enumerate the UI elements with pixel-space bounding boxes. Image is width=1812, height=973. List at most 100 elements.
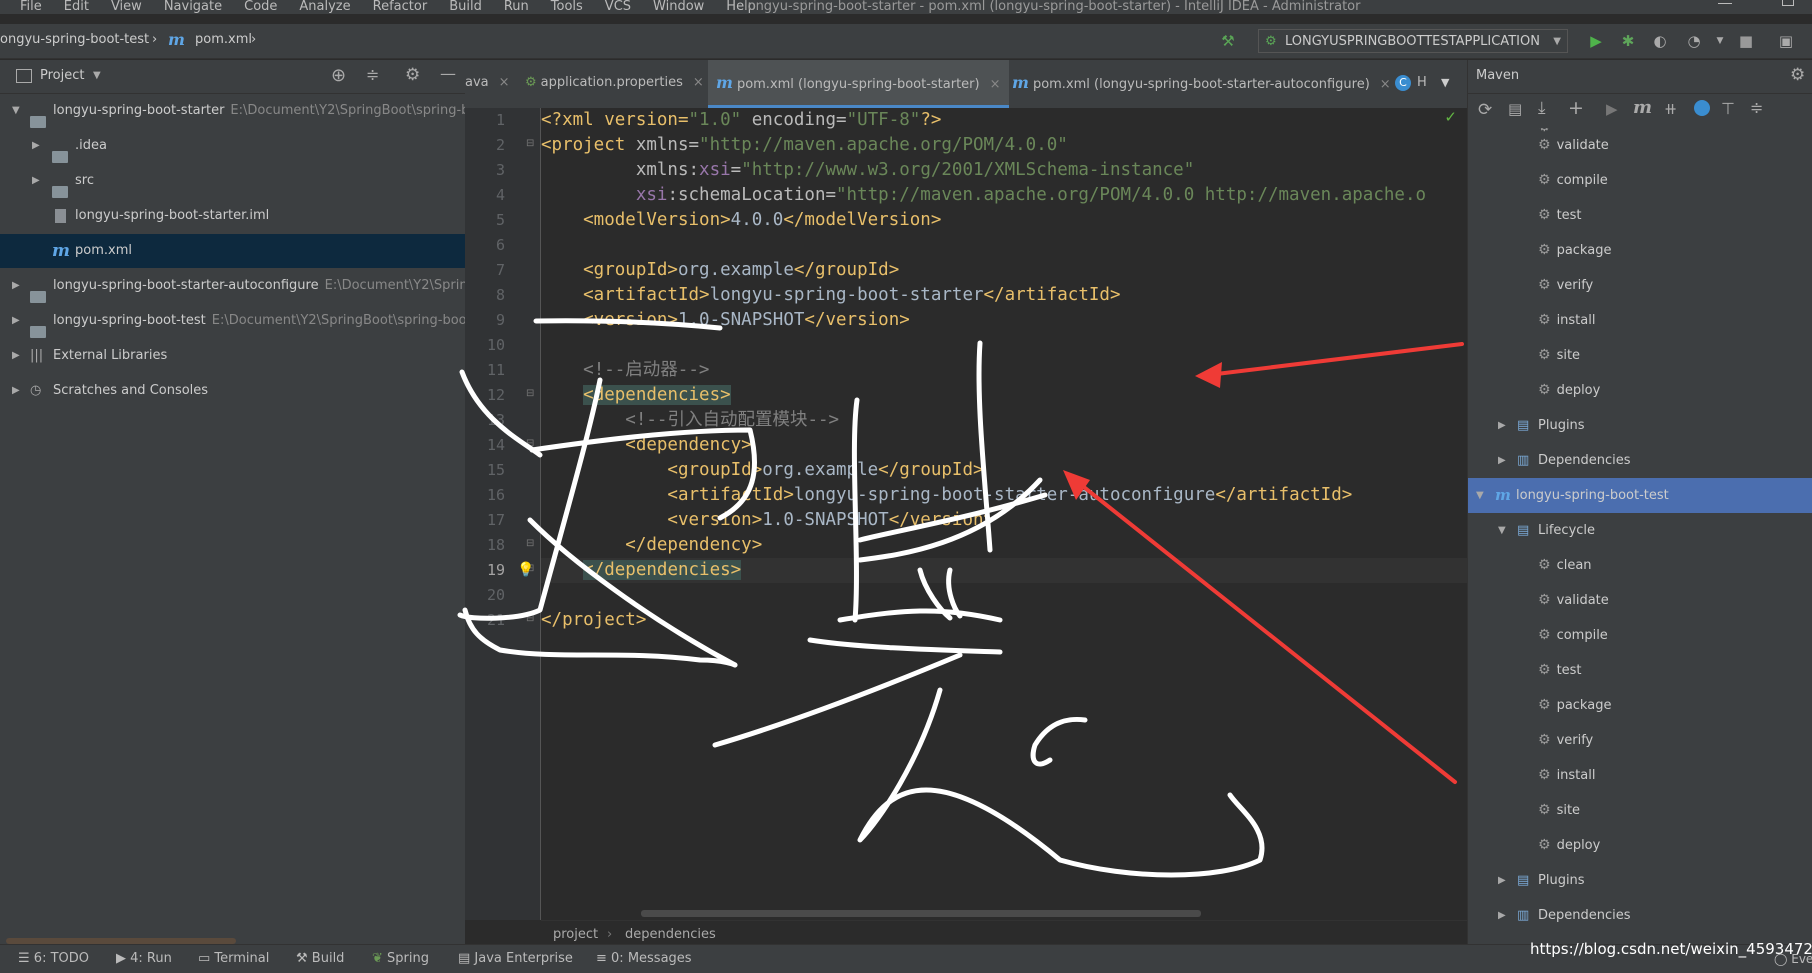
tree-item-src[interactable]: ▶ src [0, 164, 465, 198]
profiler-icon[interactable]: ◔ [1684, 31, 1704, 51]
minimize-icon[interactable] [1718, 0, 1732, 4]
tree-item-autoconfigure-module[interactable]: ▶ longyu-spring-boot-starter-autoconfigu… [0, 269, 465, 303]
add-icon[interactable]: + [1568, 97, 1584, 119]
close-icon[interactable]: × [990, 77, 1001, 92]
menu-window[interactable]: Window [642, 0, 715, 14]
maven-project-node[interactable]: ▼ m longyu-spring-boot-test [1468, 478, 1812, 513]
hide-panel-icon[interactable]: — [440, 64, 456, 83]
toggle-offline-icon[interactable]: ⧺ [1664, 99, 1677, 118]
download-icon[interactable]: ⤓ [1538, 98, 1546, 118]
debug-icon[interactable]: ✱ [1618, 31, 1638, 51]
nav-crumb-file[interactable]: pom.xml [195, 32, 252, 47]
menu-view[interactable]: View [100, 0, 153, 14]
maven-goal[interactable]: ⚙ deploy [1468, 373, 1812, 408]
fold-marker-icon[interactable]: ⊟ [526, 388, 534, 399]
maven-plugins-node[interactable]: ▶ ▤ Plugins [1468, 863, 1812, 898]
collapsed-arrow-icon[interactable]: ▶ [12, 374, 20, 408]
maven-goal[interactable]: ⚙ deploy [1468, 828, 1812, 863]
maven-goal[interactable]: ⚙ package [1468, 688, 1812, 723]
maven-dependencies-node[interactable]: ▶ ▥ Dependencies [1468, 898, 1812, 933]
tree-item-idea[interactable]: ▶ .idea [0, 129, 465, 163]
chevron-down-icon[interactable]: ▼ [93, 70, 101, 81]
horizontal-scrollbar[interactable] [641, 910, 1201, 917]
lightbulb-icon[interactable]: 💡 [517, 562, 534, 578]
menu-navigate[interactable]: Navigate [153, 0, 233, 14]
menu-file[interactable]: File [0, 0, 53, 14]
tab-h-class[interactable]: CH [1395, 60, 1427, 108]
tree-item-scratches[interactable]: ▶ ◷ Scratches and Consoles [0, 374, 465, 408]
gear-icon[interactable]: ⚙ [1790, 65, 1805, 85]
maven-goal[interactable]: ⚙ clean [1468, 548, 1812, 583]
menu-code[interactable]: Code [233, 0, 288, 14]
generate-sources-icon[interactable]: ▤ [1508, 100, 1522, 118]
tool-java-enterprise[interactable]: ▤ Java Enterprise [458, 945, 573, 973]
fold-marker-icon[interactable]: ⊟ [526, 138, 534, 149]
tool-build[interactable]: ⚒ Build [296, 945, 344, 973]
project-panel-title[interactable]: Project [40, 68, 84, 83]
coverage-icon[interactable]: ◐ [1650, 31, 1670, 51]
maven-goal[interactable]: ⚙ site [1468, 338, 1812, 373]
skip-tests-icon[interactable] [1694, 100, 1710, 116]
collapsed-arrow-icon[interactable]: ▶ [1498, 898, 1506, 933]
collapse-all-icon[interactable]: ≑ [366, 65, 379, 84]
maven-goal[interactable]: ⚙ validate [1468, 583, 1812, 618]
profiler-dropdown-icon[interactable]: ▼ [1710, 31, 1730, 51]
tree-item-test-module[interactable]: ▶ longyu-spring-boot-test E:\Document\Y2\… [0, 304, 465, 338]
execute-goal-icon[interactable]: m [1633, 97, 1652, 118]
maven-goal[interactable]: ⚙ install [1468, 303, 1812, 338]
maven-lifecycle-node[interactable]: ▼ ▤ Lifecycle [1468, 513, 1812, 548]
run-config-selector[interactable]: ⚙ LONGYUSPRINGBOOTTESTAPPLICATION ▼ [1258, 29, 1568, 53]
tool-todo[interactable]: ☰ 6: TODO [18, 945, 89, 973]
expanded-arrow-icon[interactable]: ▼ [1476, 478, 1484, 513]
fold-marker-icon[interactable]: ⊟ [526, 438, 534, 449]
maven-goal[interactable]: ⚙ compile [1468, 163, 1812, 198]
run-icon[interactable]: ▶ [1586, 31, 1606, 51]
maven-goal[interactable]: ⚙ package [1468, 233, 1812, 268]
tree-item-iml-file[interactable]: longyu-spring-boot-starter.iml [0, 199, 465, 233]
collapsed-arrow-icon[interactable]: ▶ [1498, 863, 1506, 898]
menu-edit[interactable]: Edit [53, 0, 100, 14]
maven-plugins-node[interactable]: ▶ ▤ Plugins [1468, 408, 1812, 443]
maven-goal[interactable]: ⚙ site [1468, 793, 1812, 828]
tab-java[interactable]: ava × [465, 60, 510, 108]
tabs-dropdown-icon[interactable]: ▼ [1441, 60, 1449, 108]
reload-icon[interactable]: ⟳ [1478, 100, 1492, 120]
menu-build[interactable]: Build [438, 0, 493, 14]
run-icon[interactable]: ▶ [1606, 100, 1618, 118]
close-icon[interactable]: × [499, 75, 510, 90]
maven-goal[interactable]: ⚙ install [1468, 758, 1812, 793]
tool-run[interactable]: ▶ 4: Run [116, 945, 172, 973]
show-dependencies-icon[interactable]: ⊤ [1721, 99, 1735, 118]
collapsed-arrow-icon[interactable]: ▶ [12, 304, 20, 338]
menu-analyze[interactable]: Analyze [288, 0, 361, 14]
tool-spring[interactable]: ❦ Spring [372, 945, 429, 973]
collapsed-arrow-icon[interactable]: ▶ [1498, 443, 1506, 478]
collapsed-arrow-icon[interactable]: ▶ [12, 339, 20, 373]
maven-dependencies-node[interactable]: ▶ ▥ Dependencies [1468, 443, 1812, 478]
menu-tools[interactable]: Tools [540, 0, 594, 14]
collapsed-arrow-icon[interactable]: ▶ [12, 269, 20, 303]
collapsed-arrow-icon[interactable]: ▶ [32, 164, 40, 198]
maven-goal[interactable]: ⚙ test [1468, 198, 1812, 233]
collapsed-arrow-icon[interactable]: ▶ [32, 129, 40, 163]
inspection-ok-icon[interactable]: ✓ [1444, 108, 1457, 126]
maven-goal[interactable]: ⚙ verify [1468, 723, 1812, 758]
maven-goal[interactable]: ⚙ test [1468, 653, 1812, 688]
tab-application-properties[interactable]: ⚙ application.properties × [525, 60, 704, 108]
tool-terminal[interactable]: ▭ Terminal [198, 945, 269, 973]
fold-marker-icon[interactable]: ⊟ [526, 538, 534, 549]
close-icon[interactable]: × [1380, 77, 1391, 92]
maven-goal[interactable]: ⚙ compile [1468, 618, 1812, 653]
maximize-icon[interactable] [1782, 0, 1794, 6]
code-editor[interactable]: <?xml version="1.0" encoding="UTF-8"?> <… [541, 108, 1467, 920]
maven-goal[interactable]: ⚙ verify [1468, 268, 1812, 303]
expanded-arrow-icon[interactable]: ▼ [12, 94, 20, 128]
tool-messages[interactable]: ≡ 0: Messages [596, 945, 692, 973]
locate-icon[interactable]: ⊕ [331, 65, 346, 86]
tab-pom-starter[interactable]: m pom.xml (longyu-spring-boot-starter) × [708, 60, 1009, 108]
menu-vcs[interactable]: VCS [594, 0, 642, 14]
project-structure-icon[interactable]: ▣ [1776, 31, 1796, 51]
menu-run[interactable]: Run [493, 0, 540, 14]
expanded-arrow-icon[interactable]: ▼ [1498, 513, 1506, 548]
fold-marker-icon[interactable]: ⊟ [526, 613, 534, 624]
